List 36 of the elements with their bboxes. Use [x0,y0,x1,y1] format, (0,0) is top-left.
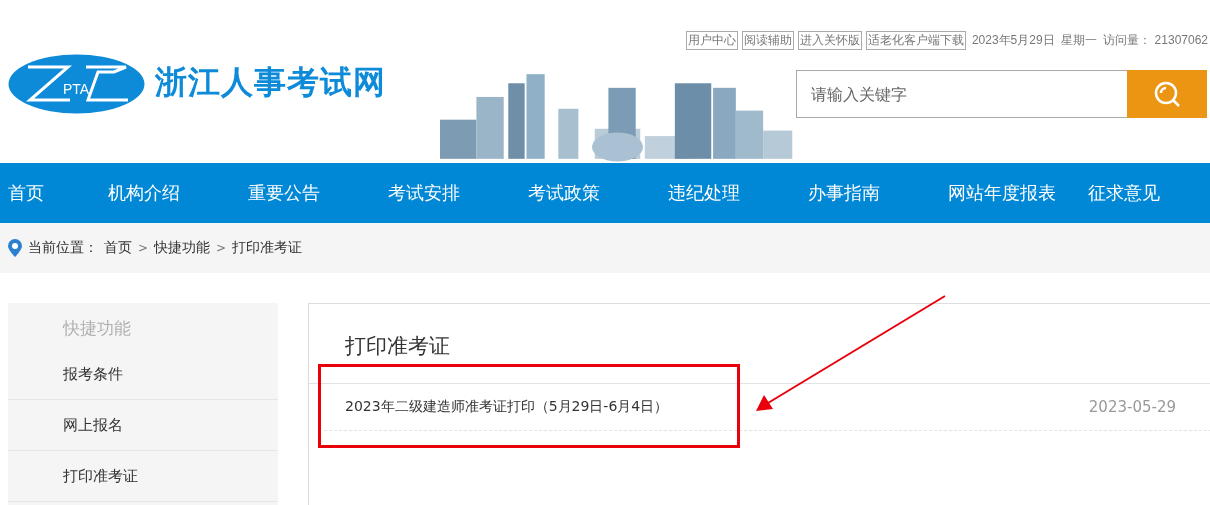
top-link[interactable]: 适老化客户端下载 [865,30,966,50]
visits-count: 21307062 [1154,33,1208,47]
breadcrumb-link[interactable]: 快捷功能 [154,239,211,257]
logo[interactable]: PTA [8,54,145,114]
sidebar-title: 快捷功能 [63,318,131,338]
search-field[interactable]: 请输入关键字 [796,70,1127,118]
nav-item[interactable]: 网站年度报表 [948,181,1088,205]
nav-item[interactable]: 办事指南 [808,181,948,205]
breadcrumb-link[interactable]: 打印准考证 [232,239,303,257]
sidebar-item[interactable]: 打印准考证 [8,451,278,502]
top-link[interactable]: 用户中心 [685,30,738,50]
weekday-text: 星期一 [1060,31,1097,49]
top-link[interactable]: 进入关怀版 [797,30,862,50]
location-pin-icon [8,239,22,257]
notice-date: 2023-05-29 [1088,398,1176,416]
visits-label: 访问量： [1102,31,1151,49]
search-icon [1152,79,1182,109]
nav-item[interactable]: 首页 [8,181,108,205]
nav-item[interactable]: 重要公告 [248,181,388,205]
breadcrumb-link[interactable]: 首页 [104,239,132,257]
sidebar-item[interactable]: 网上报名 [8,400,278,451]
nav-item[interactable]: 考试安排 [388,181,528,205]
notice-link[interactable]: 2023年二级建造师准考证打印（5月29日-6月4日） [345,398,669,416]
nav-item[interactable]: 违纪处理 [668,181,808,205]
site-title: 浙江人事考试网 [155,62,386,103]
panel-title: 打印准考证 [345,334,450,358]
search-button[interactable] [1127,70,1207,118]
breadcrumb-label: 当前位置： [28,239,98,257]
breadcrumb-separator: > [216,241,227,255]
nav-item[interactable]: 考试政策 [528,181,668,205]
breadcrumb-separator: > [138,241,149,255]
top-link[interactable]: 阅读辅助 [741,30,794,50]
date-text: 2023年5月29日 [971,31,1055,49]
nav-item[interactable]: 机构介绍 [108,181,248,205]
nav-item[interactable]: 征求意见 [1088,181,1210,205]
sidebar-item[interactable]: 报考条件 [8,349,278,400]
